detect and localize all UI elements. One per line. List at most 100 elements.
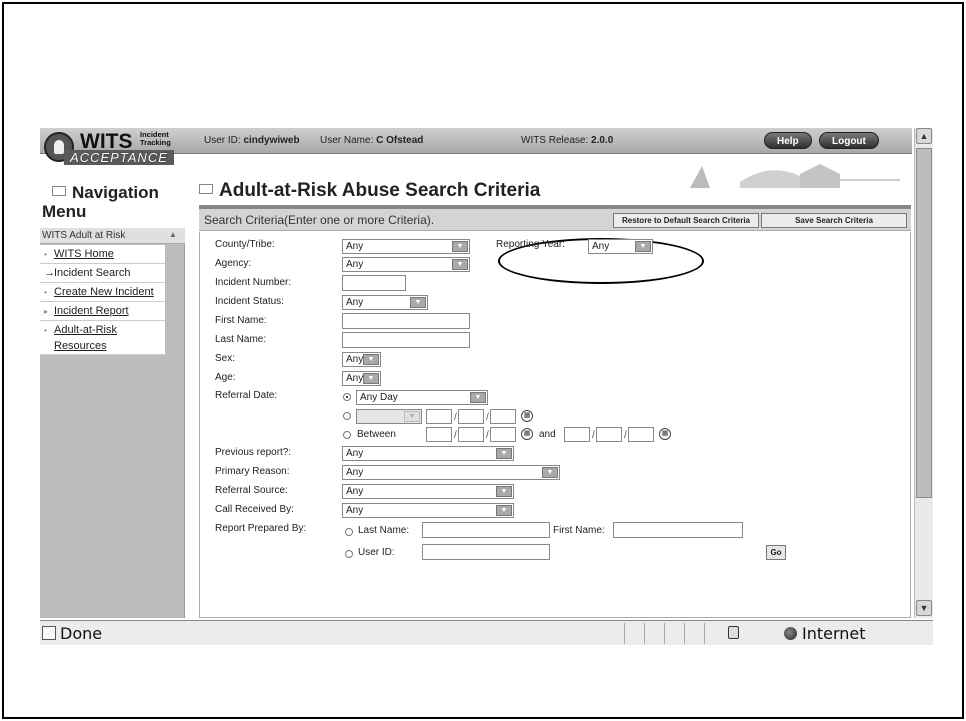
prepared-first-name-input[interactable]	[613, 522, 743, 538]
date-day-input[interactable]	[458, 409, 484, 424]
status-divider	[704, 623, 705, 644]
referral-source-select[interactable]: Any ▼	[342, 484, 514, 499]
bullet-icon: •	[44, 326, 47, 335]
referral-source-label: Referral Source:	[215, 485, 288, 496]
sidebar-item-incident-report[interactable]: ▸ Incident Report	[40, 302, 165, 321]
chevron-down-icon[interactable]: ▼	[410, 297, 426, 308]
referral-between-radio[interactable]	[343, 431, 351, 439]
call-received-label: Call Received By:	[215, 504, 294, 515]
agency-select[interactable]: Any ▼	[342, 257, 470, 272]
scroll-thumb[interactable]	[916, 148, 932, 498]
end-year-input[interactable]	[628, 427, 654, 442]
referral-any-day-radio[interactable]	[343, 393, 351, 401]
logout-button[interactable]: Logout	[819, 132, 879, 149]
referral-source-value: Any	[346, 486, 364, 497]
bullet-icon: •	[44, 250, 47, 259]
chevron-down-icon[interactable]: ▼	[542, 467, 558, 478]
last-name-input[interactable]	[342, 332, 470, 348]
go-button[interactable]: Go	[766, 545, 786, 560]
vertical-scrollbar[interactable]: ▲ ▼	[914, 128, 933, 618]
prepared-last-name-radio[interactable]	[345, 528, 353, 536]
referral-date-select[interactable]: Any Day ▼	[356, 390, 488, 405]
sidebar-item-label: Create New Incident	[54, 286, 154, 298]
referral-relative-radio[interactable]	[343, 412, 351, 420]
release-info: WITS Release: 2.0.0	[521, 135, 613, 146]
chevron-down-icon[interactable]: ▼	[363, 354, 379, 365]
chevron-down-icon[interactable]: ▼	[452, 259, 468, 270]
status-done: Done	[42, 624, 102, 643]
prepared-first-name-label: First Name:	[553, 525, 605, 536]
app-header: WITS Incident Tracking ACCEPTANCE User I…	[40, 128, 912, 188]
collapse-icon[interactable]: ▲	[165, 230, 181, 242]
calendar-icon[interactable]: ▦	[659, 428, 671, 440]
nav-subheader[interactable]: WITS Adult at Risk ▲	[40, 228, 185, 244]
first-name-input[interactable]	[342, 313, 470, 329]
internet-zone: Internet	[784, 624, 866, 643]
referral-date-label: Referral Date:	[215, 390, 278, 401]
primary-reason-select[interactable]: Any ▼	[342, 465, 560, 480]
sex-select[interactable]: Any ▼	[342, 352, 381, 367]
save-search-criteria-button[interactable]: Save Search Criteria	[761, 213, 907, 228]
date-month-input[interactable]	[426, 409, 452, 424]
nav-list: • WITS Home →Incident Search • Create New …	[40, 245, 165, 355]
age-label: Age:	[215, 372, 236, 383]
chevron-down-icon[interactable]: ▼	[363, 373, 379, 384]
criteria-header: Search Criteria(Enter one or more Criter…	[199, 209, 911, 231]
restore-defaults-button[interactable]: Restore to Default Search Criteria	[613, 213, 759, 228]
end-month-input[interactable]	[564, 427, 590, 442]
user-name-value: C Ofstead	[376, 135, 424, 146]
sidebar-item-adult-at-risk-resources[interactable]: • Adult-at-Risk Resources	[40, 321, 165, 355]
county-value: Any	[346, 241, 364, 252]
user-name-label: User Name:	[320, 135, 374, 146]
date-year-input[interactable]	[490, 409, 516, 424]
browser-status-bar: Done Internet	[40, 620, 933, 645]
last-name-label: Last Name:	[215, 334, 267, 345]
grid-icon	[199, 184, 213, 194]
status-divider	[644, 623, 645, 644]
sidebar-item-label: Incident Report	[54, 305, 129, 317]
call-received-select[interactable]: Any ▼	[342, 503, 514, 518]
chevron-down-icon[interactable]: ▼	[452, 241, 468, 252]
sidebar-item-create-new-incident[interactable]: • Create New Incident	[40, 283, 165, 302]
calendar-icon[interactable]: ▦	[521, 428, 533, 440]
previous-report-select[interactable]: Any ▼	[342, 446, 514, 461]
incident-status-label: Incident Status:	[215, 296, 284, 307]
scroll-up-icon[interactable]: ▲	[916, 128, 932, 144]
prepared-user-id-radio[interactable]	[345, 550, 353, 558]
end-day-input[interactable]	[596, 427, 622, 442]
status-divider	[624, 623, 625, 644]
lock-icon	[728, 626, 739, 639]
sidebar-item-wits-home[interactable]: • WITS Home	[40, 245, 165, 264]
start-day-input[interactable]	[458, 427, 484, 442]
start-year-input[interactable]	[490, 427, 516, 442]
chevron-down-icon[interactable]: ▼	[496, 448, 512, 459]
incident-number-label: Incident Number:	[215, 277, 292, 288]
chevron-down-icon[interactable]: ▼	[635, 241, 651, 252]
start-month-input[interactable]	[426, 427, 452, 442]
incident-status-select[interactable]: Any ▼	[342, 295, 428, 310]
reporting-year-value: Any	[592, 241, 610, 252]
county-select[interactable]: Any ▼	[342, 239, 470, 254]
incident-status-value: Any	[346, 297, 364, 308]
release-label: WITS Release:	[521, 135, 589, 146]
prepared-last-name-input[interactable]	[422, 522, 550, 538]
chevron-down-icon[interactable]: ▼	[470, 392, 486, 403]
chevron-down-icon[interactable]: ▼	[404, 411, 420, 422]
globe-icon	[784, 627, 797, 640]
help-button[interactable]: Help	[764, 132, 812, 149]
prepared-user-id-input[interactable]	[422, 544, 550, 560]
chevron-down-icon[interactable]: ▼	[496, 486, 512, 497]
incident-number-input[interactable]	[342, 275, 406, 291]
age-select[interactable]: Any ▼	[342, 371, 381, 386]
referral-relative-select[interactable]: ▼	[356, 409, 422, 424]
date-separator: /	[454, 430, 457, 441]
nav-title: Navigation Menu	[40, 178, 185, 228]
scroll-down-icon[interactable]: ▼	[916, 600, 932, 616]
chevron-down-icon[interactable]: ▼	[496, 505, 512, 516]
status-divider	[664, 623, 665, 644]
reporting-year-select[interactable]: Any ▼	[588, 239, 653, 254]
arrow-right-icon: →	[44, 267, 55, 279]
and-label: and	[539, 429, 556, 440]
sidebar-item-incident-search[interactable]: →Incident Search	[40, 264, 165, 283]
calendar-icon[interactable]: ▦	[521, 410, 533, 422]
